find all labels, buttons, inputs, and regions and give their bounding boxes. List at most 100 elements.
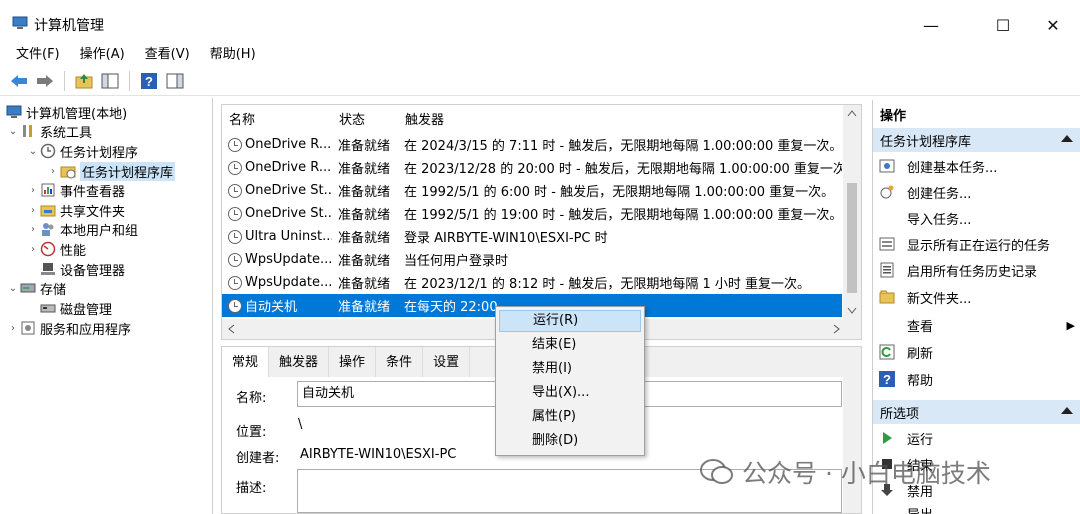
- scroll-right-icon[interactable]: [833, 324, 841, 334]
- scroll-down-icon[interactable]: [847, 307, 857, 315]
- maximize-button[interactable]: ☐: [980, 10, 1026, 40]
- tree-disk-management[interactable]: 磁盘管理: [40, 298, 112, 318]
- tree-root[interactable]: 计算机管理(本地): [6, 102, 127, 122]
- services-icon: [21, 321, 35, 335]
- minimize-button[interactable]: —: [908, 10, 954, 40]
- chevron-right-icon[interactable]: ›: [26, 244, 40, 255]
- tree-task-scheduler[interactable]: ⌄ 任务计划程序: [26, 141, 138, 161]
- column-header-trigger[interactable]: 触发器: [398, 105, 842, 131]
- tools-icon: [23, 125, 32, 137]
- action-help[interactable]: ? 帮助: [879, 368, 933, 390]
- context-run[interactable]: 运行(R): [499, 310, 641, 332]
- action-enable-history[interactable]: 启用所有任务历史记录: [879, 259, 1037, 281]
- submenu-arrow-icon: ▶: [1066, 318, 1075, 332]
- scrollbar-thumb[interactable]: [847, 183, 857, 293]
- tree-services-apps[interactable]: › 服务和应用程序: [6, 318, 131, 338]
- history-icon: [880, 262, 894, 278]
- help-button[interactable]: ?: [138, 70, 160, 92]
- action-refresh[interactable]: 刷新: [879, 341, 933, 363]
- column-header-name[interactable]: 名称: [222, 105, 332, 131]
- tab-triggers[interactable]: 触发器: [269, 347, 330, 377]
- action-create-basic-task[interactable]: 创建基本任务...: [879, 155, 997, 177]
- show-hide-action-pane-button[interactable]: [164, 70, 186, 92]
- tree-device-manager[interactable]: 设备管理器: [40, 259, 125, 279]
- table-row[interactable]: OneDrive St... 准备就绪 在 1992/5/1 的 6:00 时 …: [222, 179, 842, 202]
- tab-actions[interactable]: 操作: [329, 347, 377, 377]
- collapse-icon[interactable]: [1061, 407, 1073, 414]
- table-row[interactable]: Ultra Uninst... 准备就绪 登录 AIRBYTE-WIN10\ES…: [222, 225, 842, 248]
- tree-system-tools[interactable]: ⌄ 系统工具: [6, 121, 92, 141]
- tab-conditions[interactable]: 条件: [376, 347, 424, 377]
- clock-icon: [228, 298, 242, 313]
- action-create-task[interactable]: 创建任务...: [879, 181, 971, 203]
- menu-action[interactable]: 操作(A): [70, 44, 135, 66]
- menu-file[interactable]: 文件(F): [6, 44, 70, 66]
- help-icon: ?: [879, 371, 895, 387]
- chevron-right-icon[interactable]: ›: [26, 205, 40, 216]
- close-button[interactable]: ✕: [1030, 10, 1076, 40]
- table-row[interactable]: WpsUpdate... 准备就绪 当任何用户登录时: [222, 248, 842, 271]
- table-row[interactable]: OneDrive R... 准备就绪 在 2024/3/15 的 7:11 时 …: [222, 133, 842, 156]
- menu-view[interactable]: 查看(V): [135, 44, 200, 66]
- detail-vertical-scrollbar[interactable]: [843, 377, 861, 513]
- tree-task-library[interactable]: › 任务计划程序库: [46, 161, 176, 181]
- scroll-left-icon[interactable]: [227, 324, 235, 334]
- chevron-down-icon[interactable]: ⌄: [6, 283, 20, 294]
- list-vertical-scrollbar[interactable]: [843, 105, 861, 319]
- forward-arrow-icon: [37, 74, 53, 87]
- disk-icon: [40, 304, 56, 313]
- chevron-right-icon[interactable]: ›: [26, 185, 40, 196]
- storage-icon: [20, 283, 36, 293]
- tree-performance[interactable]: › 性能: [26, 239, 86, 259]
- forward-button[interactable]: [34, 70, 56, 92]
- computer-icon: [6, 105, 22, 118]
- back-arrow-icon: [11, 74, 27, 87]
- back-button[interactable]: [8, 70, 30, 92]
- tab-general[interactable]: 常规: [222, 347, 270, 377]
- scroll-up-icon[interactable]: [847, 109, 857, 117]
- up-folder-button[interactable]: [73, 70, 95, 92]
- menu-help[interactable]: 帮助(H): [200, 44, 266, 66]
- actions-section-library[interactable]: 任务计划程序库: [873, 128, 1080, 152]
- column-header-status[interactable]: 状态: [332, 105, 398, 131]
- context-disable[interactable]: 禁用(I): [499, 358, 641, 380]
- toolbar-separator: [129, 70, 130, 91]
- toolbar-separator: [64, 70, 65, 91]
- collapse-icon[interactable]: [1061, 135, 1073, 142]
- show-hide-tree-button[interactable]: [99, 70, 121, 92]
- tree-event-viewer[interactable]: › 事件查看器: [26, 180, 125, 200]
- action-import-task[interactable]: 导入任务...: [879, 207, 971, 229]
- context-delete[interactable]: 删除(D): [499, 430, 641, 452]
- clock-icon: [228, 183, 242, 198]
- context-properties[interactable]: 属性(P): [499, 406, 641, 428]
- actions-section-selected[interactable]: 所选项: [873, 400, 1080, 424]
- svg-text:?: ?: [883, 372, 891, 387]
- action-new-folder[interactable]: 新文件夹...: [879, 286, 971, 308]
- tree-local-users[interactable]: › 本地用户和组: [26, 219, 138, 239]
- table-row[interactable]: OneDrive St... 准备就绪 在 1992/5/1 的 19:00 时…: [222, 202, 842, 225]
- context-export[interactable]: 导出(X)...: [499, 382, 641, 404]
- chevron-down-icon[interactable]: ⌄: [6, 126, 20, 137]
- tree-shared-folders[interactable]: › 共享文件夹: [26, 200, 125, 220]
- table-row[interactable]: WpsUpdate... 准备就绪 在 2023/12/1 的 8:12 时 -…: [222, 271, 842, 294]
- folder-up-icon: [75, 73, 93, 88]
- create-task-icon: [880, 185, 894, 199]
- wechat-icon: [700, 459, 733, 484]
- action-view[interactable]: 查看 ▶: [879, 314, 1075, 336]
- tab-settings[interactable]: 设置: [423, 347, 471, 377]
- action-run[interactable]: 运行: [879, 427, 933, 449]
- context-end[interactable]: 结束(E): [499, 334, 641, 356]
- chevron-right-icon[interactable]: ›: [26, 224, 40, 235]
- clock-icon: [228, 275, 242, 290]
- action-export[interactable]: 导出...: [879, 502, 945, 514]
- chevron-right-icon[interactable]: ›: [6, 323, 20, 334]
- help-icon: ?: [141, 72, 157, 89]
- clock-icon: [228, 206, 242, 221]
- chevron-right-icon[interactable]: ›: [46, 166, 60, 177]
- watermark-text: 公众号 · 小白电脑技术: [742, 459, 991, 488]
- clock-icon: [228, 160, 242, 175]
- table-row[interactable]: OneDrive R... 准备就绪 在 2023/12/28 的 20:00 …: [222, 156, 842, 179]
- tree-storage[interactable]: ⌄ 存储: [6, 278, 66, 298]
- action-show-running[interactable]: 显示所有正在运行的任务: [879, 233, 1050, 255]
- chevron-down-icon[interactable]: ⌄: [26, 146, 40, 157]
